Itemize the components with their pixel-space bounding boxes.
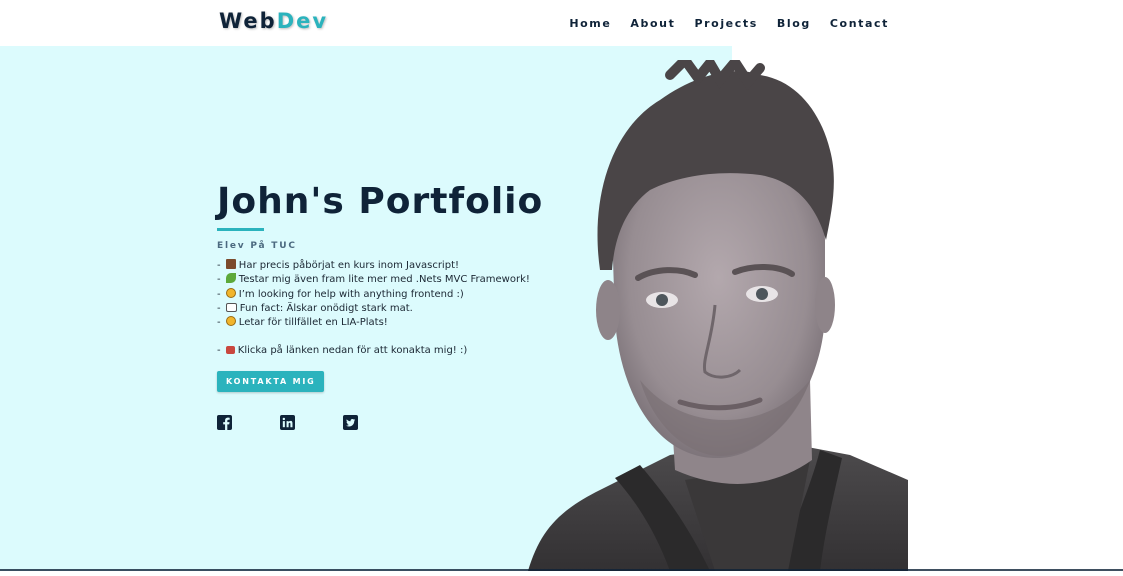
hero-subtitle: Elev På TUC	[217, 241, 297, 251]
title-underline	[217, 228, 264, 231]
logo-main: Web	[219, 9, 277, 33]
hero-content: John's Portfolio Elev På TUC - Har preci…	[217, 178, 557, 430]
nav-home-link[interactable]: Home	[569, 17, 611, 30]
intro-list: - Har precis påbörjat en kurs inom Javas…	[217, 259, 557, 359]
portrait-photo	[520, 52, 910, 571]
linkedin-icon[interactable]	[280, 414, 295, 430]
grinning-face-icon	[225, 316, 236, 327]
speech-bubble-icon	[225, 302, 237, 312]
list-item: - Letar för tillfället en LIA-Plats!	[217, 316, 557, 330]
mailbox-icon	[225, 346, 235, 355]
bullet-text: Letar för tillfället en LIA-Plats!	[238, 317, 388, 329]
nav-about-link[interactable]: About	[630, 17, 675, 30]
site-logo[interactable]: WebDev	[219, 9, 328, 33]
nav-projects-link[interactable]: Projects	[694, 17, 757, 30]
logo-accent: Dev	[276, 9, 329, 33]
site-header: WebDev Home About Projects Blog Contact	[0, 0, 1123, 46]
list-item: - Klicka på länken nedan för att konakta…	[217, 344, 557, 358]
seedling-icon	[225, 273, 236, 284]
bullet-dash: -	[217, 345, 224, 357]
bullet-dash: -	[217, 317, 224, 329]
list-item: - I’m looking for help with anything fro…	[217, 287, 557, 302]
list-item: - Har precis påbörjat en kurs inom Javas…	[217, 259, 557, 273]
bullet-dash: -	[217, 302, 224, 314]
list-item: - Fun fact: Älskar onödigt stark mat.	[217, 302, 557, 316]
main-nav: Home About Projects Blog Contact	[550, 17, 889, 30]
confused-face-icon	[225, 287, 236, 298]
bullet-text: Har precis påbörjat en kurs inom Javascr…	[238, 260, 459, 271]
social-links	[217, 414, 557, 430]
bullet-text: I’m looking for help with anything front…	[238, 288, 464, 300]
bullet-dash: -	[217, 288, 224, 300]
contact-me-button[interactable]: KONTAKTA MIG	[217, 370, 325, 392]
portrait-photo-graphic	[528, 52, 908, 571]
bullet-dash: -	[217, 260, 224, 271]
hero-title: John's Portfolio	[217, 181, 544, 222]
nav-contact-link[interactable]: Contact	[830, 17, 889, 30]
nav-blog-link[interactable]: Blog	[777, 17, 811, 30]
bullet-dash: -	[217, 274, 224, 286]
list-item: - Testar mig även fram lite mer med .Net…	[217, 273, 557, 287]
bullet-text: Klicka på länken nedan för att konakta m…	[237, 345, 468, 357]
twitter-icon[interactable]	[343, 414, 358, 430]
bullet-text: Testar mig även fram lite mer med .Nets …	[238, 274, 530, 286]
bullet-text: Fun fact: Älskar onödigt stark mat.	[239, 302, 413, 314]
hammer-icon	[225, 259, 236, 269]
facebook-icon[interactable]	[217, 414, 232, 430]
